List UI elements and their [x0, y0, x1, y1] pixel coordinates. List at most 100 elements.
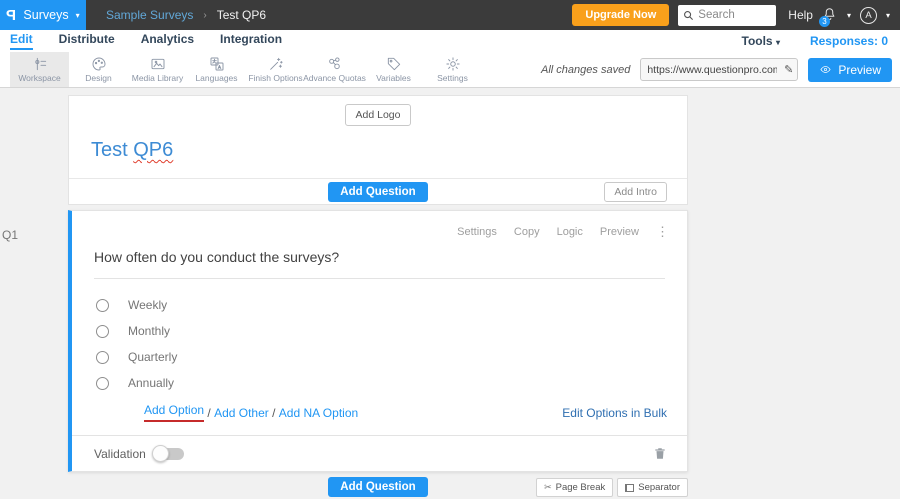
option-row[interactable]: Monthly — [96, 318, 665, 344]
breadcrumb-parent[interactable]: Sample Surveys — [106, 8, 193, 22]
page-break-label: Page Break — [555, 482, 606, 493]
toolbar-item-advance-quotas[interactable]: Advance Quotas — [303, 52, 366, 87]
link-separator: / — [268, 405, 279, 420]
tab-analytics[interactable]: Analytics — [141, 32, 194, 50]
add-option-link[interactable]: Add Option — [144, 403, 205, 422]
toolbar-item-label: Languages — [195, 73, 238, 83]
add-logo-row: Add Logo — [69, 96, 687, 126]
tab-distribute[interactable]: Distribute — [59, 32, 115, 50]
question-preview-link[interactable]: Preview — [600, 226, 639, 238]
toolbar-item-label: Design — [85, 73, 112, 83]
toolbar-item-finish-options[interactable]: Finish Options — [246, 52, 305, 87]
radio-icon[interactable] — [96, 376, 109, 390]
radio-icon[interactable] — [96, 324, 109, 338]
radio-icon[interactable] — [96, 350, 109, 364]
surveys-menu[interactable]: P Surveys ▾ — [0, 0, 86, 30]
scissors-icon: ✂ — [544, 482, 552, 492]
survey-title-prefix: Test — [91, 139, 134, 161]
survey-editor-canvas: Q1 Add Logo Test QP6 Add Question Add In… — [0, 88, 900, 499]
add-question-button-top[interactable]: Add Question — [328, 181, 428, 202]
page-break-button[interactable]: ✂ Page Break — [536, 478, 614, 497]
survey-header-card: Add Logo Test QP6 Add Question Add Intro — [68, 95, 688, 205]
option-row[interactable]: Quarterly — [96, 344, 665, 370]
more-options-icon[interactable]: ⋮ — [656, 224, 669, 240]
toolbar-item-settings[interactable]: Settings — [423, 52, 482, 87]
option-row[interactable]: Weekly — [96, 292, 665, 318]
chevron-down-icon[interactable]: ▾ — [886, 11, 890, 20]
validation-label: Validation — [94, 446, 146, 461]
toolbar-item-design[interactable]: Design — [69, 52, 128, 87]
tab-integration[interactable]: Integration — [220, 32, 282, 50]
notifications-button[interactable]: 3 — [818, 6, 838, 27]
add-intro-button[interactable]: Add Intro — [604, 181, 667, 202]
tag-icon — [387, 57, 400, 71]
add-other-link[interactable]: Add Other — [214, 406, 269, 420]
question-card: Settings Copy Logic Preview ⋮ How often … — [68, 210, 688, 472]
toolbar-item-media-library[interactable]: Media Library — [128, 52, 187, 87]
edit-options-in-bulk-link[interactable]: Edit Options in Bulk — [562, 406, 667, 420]
navrow-right: Tools ▾ Responses: 0 — [742, 34, 891, 48]
upgrade-now-button[interactable]: Upgrade Now — [572, 4, 670, 26]
tools-menu[interactable]: Tools ▾ — [742, 34, 780, 48]
option-links-row: Add Option / Add Other / Add NA Option E… — [144, 403, 667, 422]
add-question-strip: Add Question ✂ Page Break Separator — [68, 472, 688, 499]
validation-row: Validation — [72, 435, 687, 471]
search-icon — [684, 10, 694, 20]
chain-links-icon — [328, 57, 340, 70]
top-bar: P Surveys ▾ Sample Surveys › Test QP6 Up… — [0, 0, 900, 30]
answer-options: Weekly Monthly Quarterly Annually — [72, 279, 687, 396]
link-separator: / — [204, 405, 215, 420]
survey-url-field: ✎ — [640, 58, 799, 81]
question-logic-link[interactable]: Logic — [557, 226, 583, 238]
preview-button[interactable]: Preview — [808, 57, 892, 82]
question-settings-link[interactable]: Settings — [457, 226, 497, 238]
search-input[interactable] — [698, 9, 769, 21]
gear-icon — [445, 57, 460, 71]
option-label[interactable]: Quarterly — [128, 350, 177, 364]
avatar-initial: A — [865, 9, 872, 21]
question-actions: Settings Copy Logic Preview ⋮ — [72, 211, 687, 240]
workspace-icon — [34, 57, 46, 71]
add-na-option-link[interactable]: Add NA Option — [279, 406, 358, 420]
question-text[interactable]: How often do you conduct the surveys? — [94, 249, 665, 279]
separator-button[interactable]: Separator — [617, 478, 688, 497]
chevron-down-icon[interactable]: ▾ — [847, 11, 851, 20]
palette-icon — [92, 57, 105, 71]
responses-count[interactable]: Responses: 0 — [810, 34, 888, 48]
question-copy-link[interactable]: Copy — [514, 226, 540, 238]
breadcrumb: Sample Surveys › Test QP6 — [106, 8, 266, 22]
survey-url-input[interactable] — [640, 58, 799, 81]
app-window: P Surveys ▾ Sample Surveys › Test QP6 Up… — [0, 0, 900, 499]
help-link[interactable]: Help — [788, 8, 813, 22]
topbar-right: Upgrade Now Help 3 ▾ A ▾ — [572, 4, 900, 27]
intro-row: Add Question Add Intro — [69, 178, 687, 204]
eye-icon — [820, 66, 831, 73]
image-icon — [151, 58, 164, 70]
translate-icon — [210, 57, 223, 71]
trash-icon — [655, 448, 665, 459]
tab-edit[interactable]: Edit — [10, 32, 33, 50]
toolbar-item-languages[interactable]: Languages — [187, 52, 246, 87]
radio-icon[interactable] — [96, 298, 109, 312]
delete-question-button[interactable] — [653, 446, 667, 461]
validation-toggle[interactable] — [151, 445, 184, 462]
option-label[interactable]: Monthly — [128, 324, 170, 338]
breadcrumb-current: Test QP6 — [216, 8, 267, 22]
option-label[interactable]: Annually — [128, 376, 174, 390]
toolbar-item-workspace[interactable]: Workspace — [10, 52, 69, 87]
toolbar-item-label: Finish Options — [248, 73, 303, 83]
add-logo-button[interactable]: Add Logo — [344, 104, 412, 126]
edit-url-icon[interactable]: ✎ — [784, 63, 793, 76]
avatar[interactable]: A — [859, 6, 877, 24]
option-row[interactable]: Annually — [96, 370, 665, 396]
search-box[interactable] — [678, 4, 777, 26]
survey-column: Add Logo Test QP6 Add Question Add Intro… — [68, 95, 688, 499]
strip-right: ✂ Page Break Separator — [536, 478, 688, 497]
add-question-button-bottom[interactable]: Add Question — [328, 477, 428, 497]
separator-icon — [625, 483, 635, 492]
toolbar-item-variables[interactable]: Variables — [364, 52, 423, 87]
option-label[interactable]: Weekly — [128, 298, 167, 312]
breadcrumb-separator-icon: › — [203, 9, 207, 21]
questionpro-logo-icon: P — [6, 6, 17, 24]
survey-title[interactable]: Test QP6 — [91, 139, 687, 162]
